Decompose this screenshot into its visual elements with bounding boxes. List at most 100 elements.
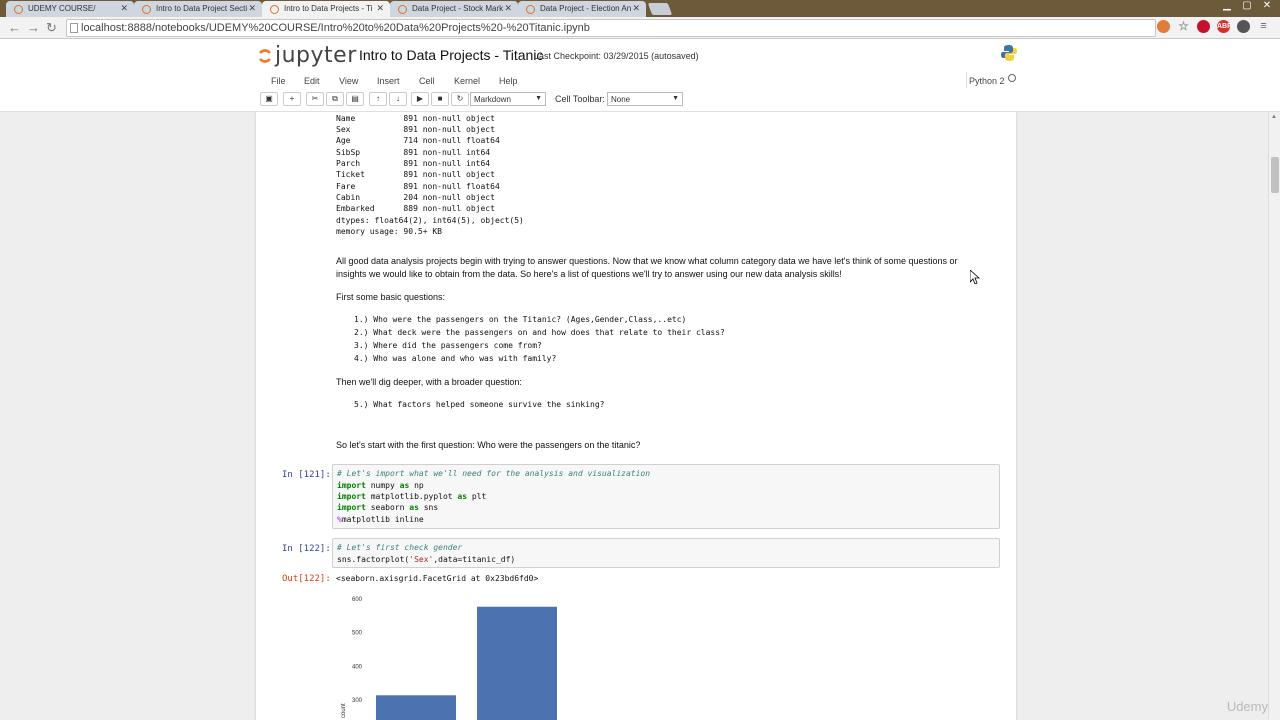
output-line: Ticket 891 non-null object bbox=[336, 170, 495, 179]
menu-cell[interactable]: Cell bbox=[419, 76, 435, 86]
kernel-status-icon bbox=[1008, 74, 1016, 82]
cut-icon[interactable]: ✂ bbox=[306, 92, 324, 106]
bar bbox=[376, 695, 456, 720]
notebook-page: Name 891 non-null object Sex 891 non-nul… bbox=[256, 112, 1016, 720]
tab-label: UDEMY COURSE/ bbox=[28, 4, 96, 13]
browser-tab[interactable]: Data Project - Stock Mark ✕ bbox=[390, 1, 518, 17]
extension-icons: ☆ ABP ≡ bbox=[1157, 20, 1270, 33]
checkpoint-status: Last Checkpoint: 03/29/2015 (autosaved) bbox=[534, 51, 699, 61]
close-window-icon[interactable]: ✕ bbox=[1260, 0, 1274, 11]
menu-edit[interactable]: Edit bbox=[304, 76, 320, 86]
code-line: import numpy as np bbox=[337, 481, 424, 490]
y-tick-label: 300 bbox=[352, 698, 363, 704]
code-comment: # Let's import what we'll need for the a… bbox=[337, 469, 651, 478]
window-controls: ▁ ▢ ✕ bbox=[1220, 0, 1274, 11]
scrollbar-thumb[interactable] bbox=[1271, 157, 1279, 193]
paste-icon[interactable]: ▤ bbox=[346, 92, 364, 106]
chevron-down-icon: ▼ bbox=[535, 95, 542, 102]
jupyter-logo-text: jupyter bbox=[275, 43, 357, 68]
browser-tab[interactable]: UDEMY COURSE/ ✕ bbox=[6, 1, 134, 17]
list-item: 3.) Where did the passengers come from? bbox=[354, 341, 542, 350]
menu-icon[interactable]: ≡ bbox=[1257, 20, 1270, 33]
markdown-heading: First some basic questions: bbox=[336, 292, 446, 302]
close-icon[interactable]: ✕ bbox=[504, 3, 512, 14]
markdown-paragraph: insights we would like to obtain from th… bbox=[336, 269, 842, 279]
mouse-cursor-icon bbox=[970, 270, 980, 284]
output-line: Sex 891 non-null object bbox=[336, 125, 495, 134]
list-item: 4.) Who was alone and who was with famil… bbox=[354, 354, 557, 363]
output-line: Cabin 204 non-null object bbox=[336, 193, 495, 202]
output-line: Parch 891 non-null int64 bbox=[336, 159, 491, 168]
menu-help[interactable]: Help bbox=[499, 76, 518, 86]
code-line: sns.factorplot('Sex',data=titanic_df) bbox=[337, 555, 516, 564]
close-icon[interactable]: ✕ bbox=[376, 3, 384, 14]
y-tick-label: 600 bbox=[352, 597, 363, 603]
new-tab-button[interactable] bbox=[647, 3, 673, 15]
tab-label: Intro to Data Project Secti bbox=[156, 4, 248, 13]
y-axis-label: count bbox=[341, 703, 347, 718]
vertical-scrollbar[interactable]: ▲ bbox=[1268, 112, 1280, 720]
extension-icon[interactable] bbox=[1237, 20, 1250, 33]
opera-extension-icon[interactable] bbox=[1197, 20, 1210, 33]
move-up-icon[interactable]: ↑ bbox=[369, 92, 387, 106]
code-line: %matplotlib inline bbox=[337, 515, 424, 524]
move-down-icon[interactable]: ↓ bbox=[389, 92, 407, 106]
restart-icon[interactable]: ↻ bbox=[451, 92, 469, 106]
extension-icon[interactable] bbox=[1157, 20, 1170, 33]
menu-kernel[interactable]: Kernel bbox=[454, 76, 480, 86]
code-comment: # Let's first check gender bbox=[337, 543, 463, 552]
output-line: Name 891 non-null object bbox=[336, 114, 495, 123]
list-item: 1.) Who were the passengers on the Titan… bbox=[354, 315, 687, 324]
scroll-up-icon[interactable]: ▲ bbox=[1271, 114, 1277, 120]
run-icon[interactable]: ▶ bbox=[411, 92, 429, 106]
markdown-paragraph: All good data analysis projects begin wi… bbox=[336, 256, 958, 266]
cell-type-select[interactable]: Markdown ▼ bbox=[470, 92, 546, 106]
stop-icon[interactable]: ■ bbox=[431, 92, 449, 106]
bookmark-star-icon[interactable]: ☆ bbox=[1177, 20, 1190, 33]
maximize-icon[interactable]: ▢ bbox=[1240, 0, 1254, 11]
output-line: memory usage: 90.5+ KB bbox=[336, 227, 442, 236]
insert-cell-icon[interactable]: + bbox=[283, 92, 301, 106]
output-prompt: Out[122]: bbox=[282, 574, 331, 584]
browser-tab-active[interactable]: Intro to Data Projects - Ti ✕ bbox=[262, 1, 390, 17]
close-icon[interactable]: ✕ bbox=[632, 3, 640, 14]
forward-arrow-icon[interactable]: → bbox=[27, 20, 40, 36]
notebook-title[interactable]: Intro to Data Projects - Titanic bbox=[359, 47, 543, 63]
y-tick-label: 400 bbox=[352, 664, 363, 670]
menu-view[interactable]: View bbox=[339, 76, 358, 86]
tab-label: Intro to Data Projects - Ti bbox=[284, 4, 373, 13]
output-text: <seaborn.axisgrid.FacetGrid at 0x23bd6fd… bbox=[336, 574, 539, 583]
cell-type-value: Markdown bbox=[474, 95, 511, 104]
menu-bar: File Edit View Insert Cell Kernel Help bbox=[260, 72, 1020, 90]
close-icon[interactable]: ✕ bbox=[120, 3, 128, 14]
jupyter-logo-icon bbox=[259, 49, 271, 63]
output-line: SibSp 891 non-null int64 bbox=[336, 148, 491, 157]
save-icon[interactable]: ▣ bbox=[260, 92, 278, 106]
cell-toolbar-value: None bbox=[611, 95, 631, 104]
screen: UDEMY COURSE/ ✕ Intro to Data Project Se… bbox=[0, 0, 1280, 720]
minimize-icon[interactable]: ▁ bbox=[1220, 0, 1234, 11]
reload-icon[interactable]: ↻ bbox=[46, 20, 57, 36]
bar bbox=[477, 606, 557, 720]
markdown-paragraph: So let's start with the first question: … bbox=[336, 440, 641, 450]
jupyter-favicon-icon bbox=[142, 5, 151, 14]
adblock-icon[interactable]: ABP bbox=[1217, 20, 1232, 33]
close-icon[interactable]: ✕ bbox=[248, 3, 256, 14]
output-line: dtypes: float64(2), int64(5), object(5) bbox=[336, 216, 524, 225]
menu-insert[interactable]: Insert bbox=[377, 76, 400, 86]
code-cell[interactable]: # Let's import what we'll need for the a… bbox=[332, 464, 1000, 529]
menu-file[interactable]: File bbox=[271, 76, 286, 86]
tab-label: Data Project - Election An bbox=[540, 4, 632, 13]
code-line: import matplotlib.pyplot as plt bbox=[337, 492, 487, 501]
back-arrow-icon[interactable]: ← bbox=[8, 20, 21, 36]
browser-tab[interactable]: Data Project - Election An ✕ bbox=[518, 1, 646, 17]
cell-toolbar-select[interactable]: None ▼ bbox=[607, 92, 683, 106]
address-bar-row: ← → ↻ localhost:8888/notebooks/UDEMY%20C… bbox=[0, 17, 1280, 39]
url-input[interactable]: localhost:8888/notebooks/UDEMY%20COURSE/… bbox=[66, 19, 1156, 37]
list-item: 5.) What factors helped someone survive … bbox=[354, 400, 605, 409]
browser-tab[interactable]: Intro to Data Project Secti ✕ bbox=[134, 1, 262, 17]
code-cell[interactable]: # Let's first check gender sns.factorplo… bbox=[332, 538, 1000, 568]
url-text: localhost:8888/notebooks/UDEMY%20COURSE/… bbox=[81, 22, 590, 34]
copy-icon[interactable]: ⧉ bbox=[326, 92, 344, 106]
jupyter-favicon-icon bbox=[526, 5, 535, 14]
